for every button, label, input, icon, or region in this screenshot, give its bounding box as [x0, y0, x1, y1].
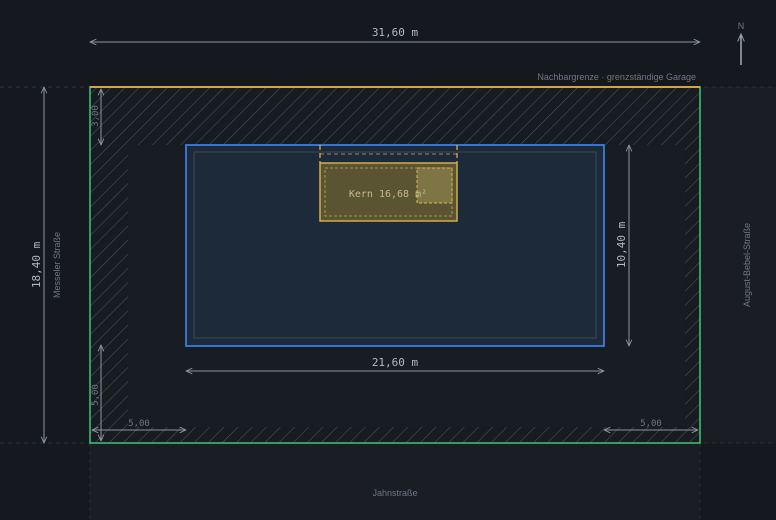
neighbor-label: Nachbargrenze · grenzständige Garage: [537, 72, 696, 82]
street-east-area: [700, 87, 776, 443]
street-south-label: Jahnstraße: [372, 488, 417, 498]
street-south-area: [90, 443, 700, 520]
site-plan: Kern 16,68 m² 31,60 m Nachbargrenze · gr…: [0, 0, 776, 520]
setback-west-label: 5,00: [128, 419, 150, 429]
plot-width-label: 31,60 m: [372, 26, 419, 39]
building-width-label: 21,60 m: [372, 356, 419, 369]
street-east-label: August-Bebel-Straße: [742, 223, 752, 307]
north-label: N: [738, 21, 745, 31]
core-label: Kern 16,68 m²: [349, 189, 427, 200]
setback-east-label: 5,00: [640, 419, 662, 429]
setback-north-label: 3,00: [91, 105, 101, 127]
plot-depth-label: 18,40 m: [30, 241, 43, 288]
setback-south-label: 5,00: [91, 384, 101, 406]
building-depth-label: 10,40 m: [615, 221, 628, 268]
street-west-label: Messeler Straße: [52, 232, 62, 298]
